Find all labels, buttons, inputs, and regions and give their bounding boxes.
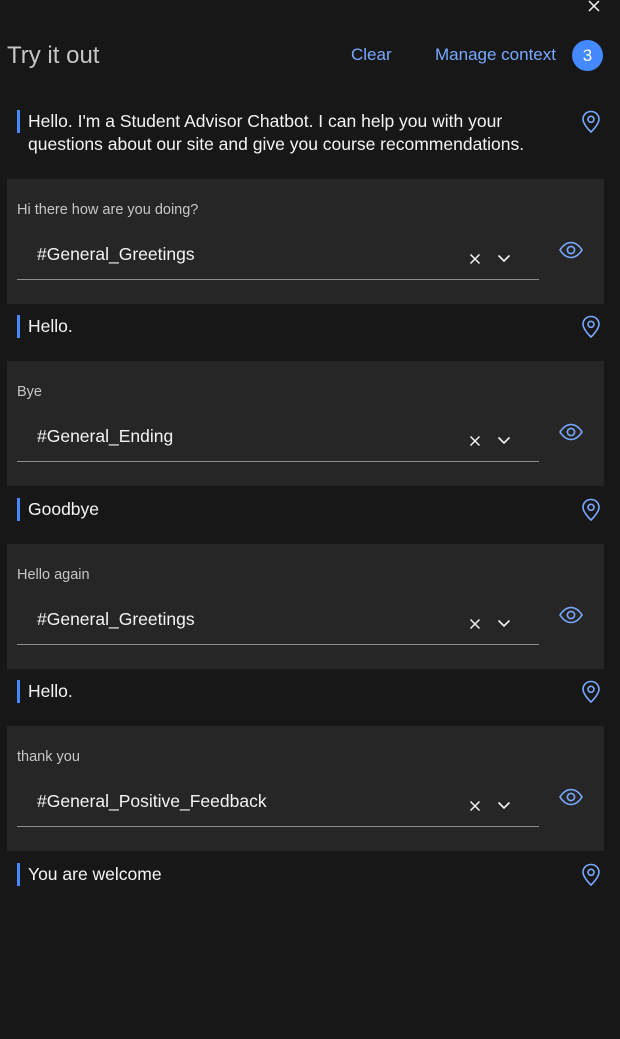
user-message-block: Hi there how are you doing? #General_Gre… [7,179,604,304]
location-pin-icon[interactable] [581,680,601,704]
manage-context-button[interactable]: Manage context [435,45,556,65]
intent-select[interactable]: #General_Greetings [17,241,539,280]
bot-message: Hello. [0,680,620,704]
eye-icon[interactable] [558,241,584,259]
try-it-out-header: Try it out Clear Manage context 3 [0,38,620,74]
user-message-block: thank you #General_Positive_Feedback [7,726,604,851]
bot-message: Goodbye [0,498,620,522]
bot-message-text: Hello. [28,681,73,701]
eye-icon[interactable] [558,788,584,806]
user-message-text: Bye [17,384,42,400]
chevron-down-icon[interactable] [497,253,511,263]
bot-message-text: Hello. I'm a Student Advisor Chatbot. I … [28,111,525,154]
clear-intent-icon[interactable] [468,617,482,631]
page-title: Try it out [7,42,100,69]
location-pin-icon[interactable] [581,863,601,887]
intent-value: #General_Greetings [37,244,195,264]
chevron-down-icon[interactable] [497,618,511,628]
bot-message-text: You are welcome [28,864,162,884]
bot-message-bar [17,110,20,133]
clear-intent-icon[interactable] [468,799,482,813]
user-message-text: Hi there how are you doing? [17,202,199,218]
context-count-badge: 3 [572,40,603,71]
intent-select[interactable]: #General_Ending [17,423,539,462]
bot-message: Hello. I'm a Student Advisor Chatbot. I … [0,110,620,156]
location-pin-icon[interactable] [581,498,601,522]
intent-value: #General_Positive_Feedback [37,791,267,811]
clear-button[interactable]: Clear [351,45,392,65]
bot-message-bar [17,863,20,886]
bot-message-bar [17,315,20,338]
bot-message-bar [17,680,20,703]
clear-intent-icon[interactable] [468,434,482,448]
intent-select[interactable]: #General_Positive_Feedback [17,788,539,827]
chevron-down-icon[interactable] [497,435,511,445]
user-message-text: Hello again [17,567,90,583]
intent-value: #General_Greetings [37,609,195,629]
user-message-block: Hello again #General_Greetings [7,544,604,669]
location-pin-icon[interactable] [581,110,601,134]
user-message-text: thank you [17,749,80,765]
bot-message-bar [17,498,20,521]
close-panel-icon[interactable] [586,0,602,14]
bot-message-text: Hello. [28,316,73,336]
chevron-down-icon[interactable] [497,800,511,810]
user-message-block: Bye #General_Ending [7,361,604,486]
bot-message-text: Goodbye [28,499,100,519]
location-pin-icon[interactable] [581,315,601,339]
eye-icon[interactable] [558,423,584,441]
bot-message: You are welcome [0,863,620,887]
intent-value: #General_Ending [37,426,174,446]
bot-message: Hello. [0,315,620,339]
clear-intent-icon[interactable] [468,252,482,266]
intent-select[interactable]: #General_Greetings [17,606,539,645]
eye-icon[interactable] [558,606,584,624]
